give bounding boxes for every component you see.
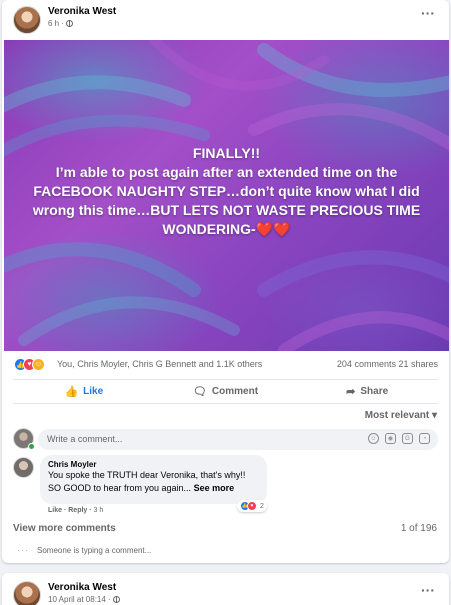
post-author[interactable]: Veronika West bbox=[48, 6, 116, 17]
view-more-comments-link[interactable]: View more comments bbox=[13, 523, 116, 534]
comment-line-2: SO GOOD to hear from you again... See mo… bbox=[48, 482, 259, 495]
comment-input[interactable]: Write a comment... ☺ ◉ G ◔ bbox=[38, 429, 438, 450]
share-arrow-icon: ➦ bbox=[346, 386, 356, 398]
post-text-body: I’m able to post again after an extended… bbox=[32, 164, 421, 237]
post-actions: 👍 Like 🗨 Comment ➦ Share bbox=[13, 379, 438, 404]
emoji-icon[interactable]: ☺ bbox=[368, 433, 379, 444]
commenter-avatar[interactable] bbox=[13, 457, 34, 478]
post-header: Veronika West 6 h · ··· bbox=[2, 0, 449, 38]
typing-text: Someone is typing a comment... bbox=[37, 545, 152, 555]
globe-icon bbox=[112, 596, 120, 603]
like-label: Like bbox=[83, 386, 104, 397]
reaction-icons[interactable]: 👍 ♥ ☺ bbox=[14, 358, 45, 371]
thumbs-up-icon: 👍 bbox=[64, 386, 79, 398]
comment-time[interactable]: 3 h bbox=[94, 507, 104, 514]
comments-count[interactable]: 204 comments bbox=[337, 359, 396, 369]
comment-item: Chris Moyler You spoke the TRUTH dear Ve… bbox=[13, 455, 438, 520]
camera-icon[interactable]: ◉ bbox=[385, 433, 396, 444]
sticker-icon[interactable]: ◔ bbox=[419, 433, 430, 444]
author-avatar[interactable] bbox=[13, 581, 41, 605]
post-time[interactable]: 6 h bbox=[48, 19, 59, 28]
post-meta: 10 April at 08:14 · bbox=[48, 595, 120, 604]
post-text: FINALLY!! I’m able to post again after a… bbox=[24, 144, 429, 239]
share-button[interactable]: ➦ Share bbox=[296, 380, 438, 403]
more-options-icon[interactable]: ··· bbox=[421, 582, 435, 598]
speech-bubble-icon: 🗨 bbox=[192, 386, 207, 398]
comment-sort-dropdown[interactable]: Most relevant ▾ bbox=[365, 410, 437, 421]
comment-input-tools: ☺ ◉ G ◔ bbox=[368, 433, 430, 444]
comment-reactions[interactable]: 👍 ♥ 2 bbox=[237, 500, 267, 512]
comment-pager: 1 of 196 bbox=[400, 523, 437, 534]
comment-actions: Like · Reply · 3 h bbox=[48, 507, 104, 514]
globe-icon bbox=[65, 20, 73, 27]
comment-bubble: Chris Moyler You spoke the TRUTH dear Ve… bbox=[40, 455, 267, 504]
typing-dots-icon: ··· bbox=[17, 545, 29, 555]
post-text-heading: FINALLY!! bbox=[192, 145, 261, 161]
comment-input-placeholder: Write a comment... bbox=[47, 434, 123, 444]
comment-reaction-count: 2 bbox=[260, 502, 264, 510]
reactions-bar: 👍 ♥ ☺ You, Chris Moyler, Chris G Bennett… bbox=[2, 351, 449, 377]
comment-reply-link[interactable]: Reply bbox=[68, 507, 87, 514]
next-post-card: Veronika West 10 April at 08:14 · ··· bbox=[2, 573, 449, 605]
share-label: Share bbox=[360, 386, 389, 397]
shares-count[interactable]: 21 shares bbox=[398, 359, 438, 369]
care-reaction-icon: ☺ bbox=[32, 358, 45, 371]
comment-line-2-text: SO GOOD to hear from you again... bbox=[48, 483, 192, 493]
author-avatar[interactable] bbox=[13, 6, 41, 34]
heart-emoji-icon: ❤️❤️ bbox=[255, 221, 291, 237]
online-status-dot bbox=[28, 443, 35, 450]
love-reaction-icon: ♥ bbox=[247, 501, 257, 511]
reaction-summary[interactable]: You, Chris Moyler, Chris G Bennett and 1… bbox=[57, 359, 262, 369]
post-image[interactable]: FINALLY!! I’m able to post again after a… bbox=[4, 40, 449, 351]
typing-indicator: ··· Someone is typing a comment... bbox=[17, 545, 151, 555]
like-button[interactable]: 👍 Like bbox=[13, 380, 155, 403]
comment-like-link[interactable]: Like bbox=[48, 507, 62, 514]
more-options-icon[interactable]: ··· bbox=[421, 5, 435, 21]
write-comment-row: Write a comment... ☺ ◉ G ◔ bbox=[13, 428, 438, 452]
comment-author[interactable]: Chris Moyler bbox=[48, 460, 259, 469]
comment-button[interactable]: 🗨 Comment bbox=[155, 380, 297, 403]
see-more-link[interactable]: See more bbox=[194, 483, 235, 493]
gif-icon[interactable]: G bbox=[402, 433, 413, 444]
engagement-counts: 204 comments 21 shares bbox=[337, 359, 438, 369]
post-author[interactable]: Veronika West bbox=[48, 582, 116, 593]
post-time[interactable]: 10 April at 08:14 bbox=[48, 595, 106, 604]
comment-label: Comment bbox=[211, 386, 259, 397]
comment-line-1: You spoke the TRUTH dear Veronika, that'… bbox=[48, 470, 246, 480]
post-card: Veronika West 6 h · ··· FINALLY!! I’m ab… bbox=[2, 0, 449, 563]
post-meta: 6 h · bbox=[48, 19, 73, 28]
